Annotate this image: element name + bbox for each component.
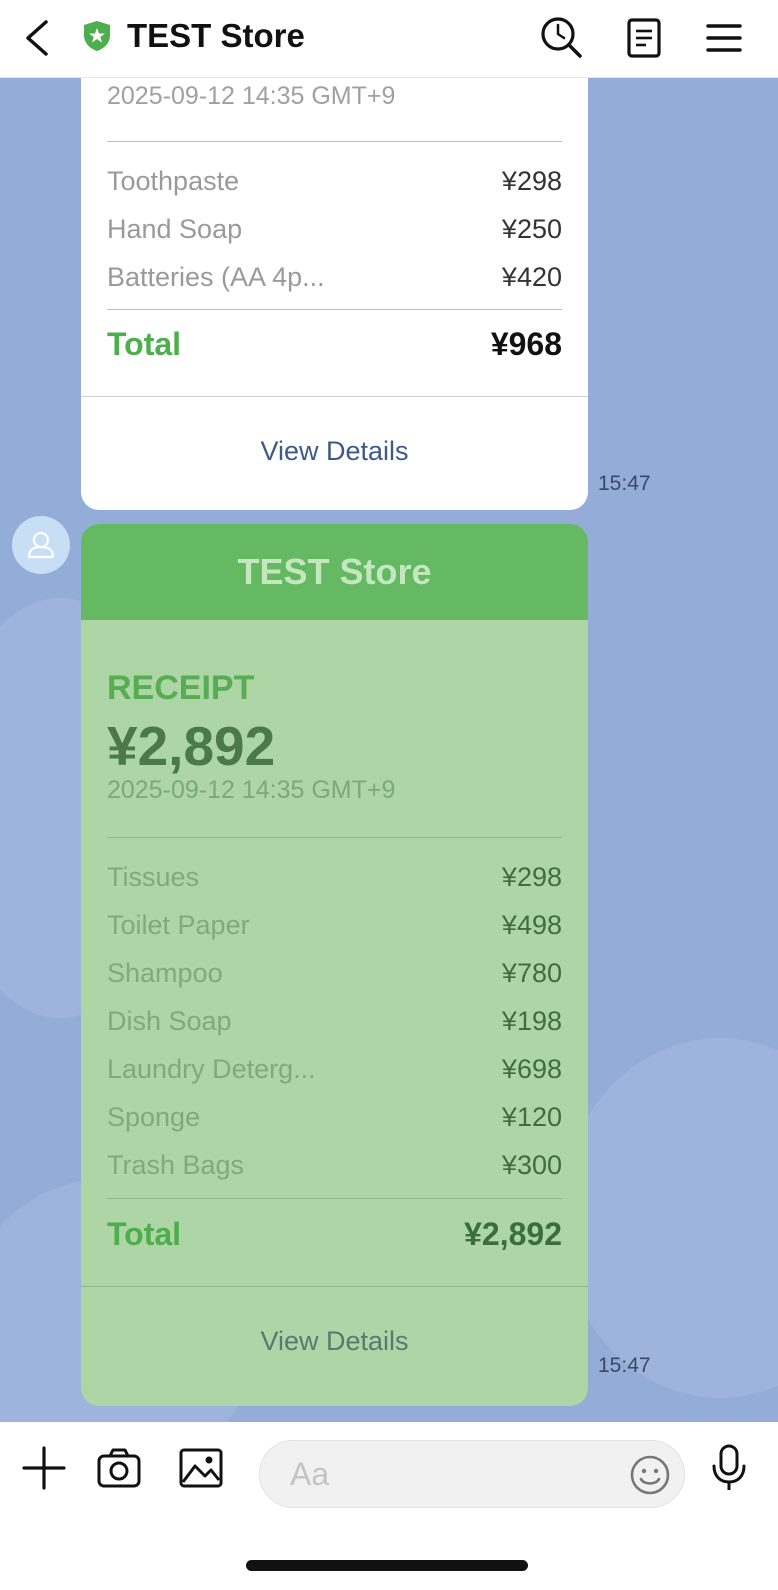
search-icon[interactable] bbox=[538, 14, 586, 62]
receipt-amount: ¥2,892 bbox=[107, 715, 276, 777]
item-name: Shampoo bbox=[107, 958, 223, 988]
message-time: 15:47 bbox=[598, 472, 651, 495]
item-name: Laundry Deterg... bbox=[107, 1054, 316, 1084]
message-input[interactable] bbox=[290, 1451, 610, 1497]
divider bbox=[107, 1198, 562, 1199]
menu-icon[interactable] bbox=[700, 14, 748, 62]
microphone-icon[interactable] bbox=[705, 1444, 753, 1492]
chat-area[interactable]: 2025-09-12 14:35 GMT+9 Toothpaste ¥298 H… bbox=[0, 78, 778, 1422]
home-indicator bbox=[246, 1560, 528, 1571]
item-price: ¥198 bbox=[501, 1006, 562, 1036]
item-name: Toilet Paper bbox=[107, 910, 250, 940]
item-price: ¥298 bbox=[501, 166, 562, 196]
chat-header: TEST Store bbox=[0, 0, 778, 78]
item-name: Tissues bbox=[107, 862, 200, 892]
receipt-date: 2025-09-12 14:35 GMT+9 bbox=[107, 776, 396, 804]
receipt-label: RECEIPT bbox=[107, 669, 255, 707]
item-price: ¥420 bbox=[501, 262, 562, 292]
divider bbox=[107, 309, 562, 310]
receipt-card[interactable]: TEST Store RECEIPT ¥2,892 2025-09-12 14:… bbox=[81, 524, 588, 1406]
item-price: ¥300 bbox=[501, 1150, 562, 1180]
item-price: ¥498 bbox=[501, 910, 562, 940]
item-price: ¥250 bbox=[501, 214, 562, 244]
view-details-link[interactable]: View Details bbox=[81, 436, 588, 467]
receipt-card[interactable]: 2025-09-12 14:35 GMT+9 Toothpaste ¥298 H… bbox=[81, 78, 588, 510]
image-icon[interactable] bbox=[177, 1444, 225, 1492]
shield-icon bbox=[82, 20, 112, 52]
background-cloud bbox=[560, 1038, 778, 1398]
chat-title[interactable]: TEST Store bbox=[127, 16, 305, 56]
divider bbox=[107, 141, 562, 142]
card-divider bbox=[81, 396, 588, 397]
message-input-container[interactable] bbox=[259, 1440, 685, 1508]
notes-icon[interactable] bbox=[620, 14, 668, 62]
item-price: ¥698 bbox=[501, 1054, 562, 1084]
view-details-link[interactable]: View Details bbox=[81, 1326, 588, 1357]
item-name: Batteries (AA 4p... bbox=[107, 262, 325, 292]
card-divider bbox=[81, 1286, 588, 1287]
emoji-icon[interactable] bbox=[628, 1453, 672, 1497]
item-price: ¥780 bbox=[501, 958, 562, 988]
message-time: 15:47 bbox=[598, 1354, 651, 1377]
avatar[interactable] bbox=[12, 516, 70, 574]
item-name: Hand Soap bbox=[107, 214, 243, 244]
divider bbox=[107, 837, 562, 838]
item-price: ¥298 bbox=[501, 862, 562, 892]
item-name: Toothpaste bbox=[107, 166, 240, 196]
receipt-date: 2025-09-12 14:35 GMT+9 bbox=[107, 82, 396, 110]
back-icon[interactable] bbox=[18, 14, 62, 62]
total-value: ¥968 bbox=[490, 326, 562, 362]
item-name: Sponge bbox=[107, 1102, 201, 1132]
total-value: ¥2,892 bbox=[464, 1216, 562, 1252]
item-name: Dish Soap bbox=[107, 1006, 232, 1036]
total-label: Total bbox=[107, 326, 182, 362]
plus-icon[interactable] bbox=[20, 1444, 68, 1492]
item-price: ¥120 bbox=[501, 1102, 562, 1132]
total-label: Total bbox=[107, 1216, 182, 1252]
store-banner: TEST Store bbox=[81, 524, 588, 620]
item-name: Trash Bags bbox=[107, 1150, 245, 1180]
camera-icon[interactable] bbox=[95, 1444, 143, 1492]
